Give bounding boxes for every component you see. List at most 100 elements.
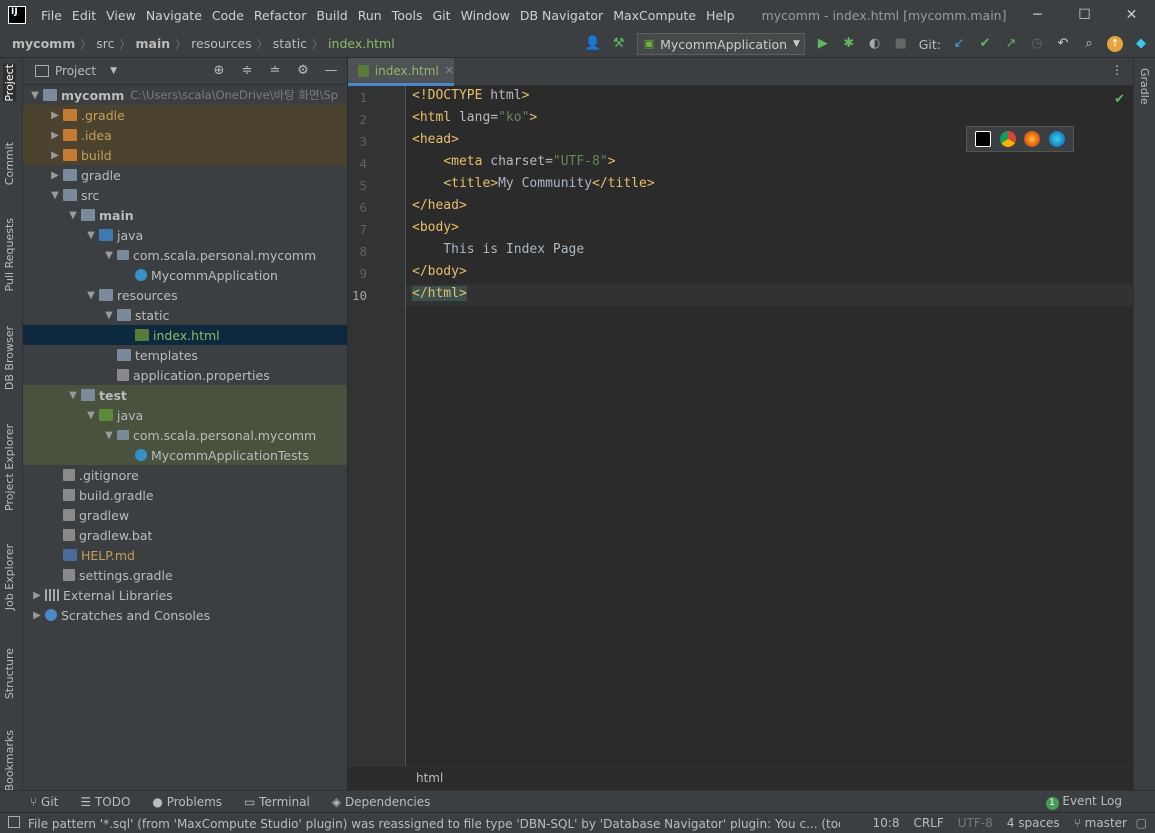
more-options-icon[interactable]: ⋮	[1111, 63, 1123, 77]
coverage-icon[interactable]: ◐	[867, 36, 883, 52]
caret-position[interactable]: 10:8	[873, 816, 900, 830]
gear-icon[interactable]: ⚙	[295, 63, 311, 79]
git-update-icon[interactable]: ↙	[951, 36, 967, 52]
tab-structure[interactable]: Structure	[3, 648, 16, 699]
breadcrumb-project[interactable]: mycomm	[12, 36, 75, 51]
tree-item[interactable]: MycommApplicationTests	[23, 445, 347, 465]
breadcrumb-resources[interactable]: resources	[191, 36, 252, 51]
tree-item[interactable]: ▼ com.scala.personal.mycomm	[23, 245, 347, 265]
tab-index-html[interactable]: index.html ✕	[348, 58, 454, 86]
hide-icon[interactable]: —	[323, 63, 339, 79]
edge-icon[interactable]	[1048, 131, 1065, 147]
run-icon[interactable]: ▶	[815, 36, 831, 52]
tree-item[interactable]: .gitignore	[23, 465, 347, 485]
expand-all-icon[interactable]: ≑	[239, 63, 255, 79]
tree-item[interactable]: ▼ resources	[23, 285, 347, 305]
tree-item[interactable]: ▼ java	[23, 225, 347, 245]
lock-icon[interactable]: ▢	[1136, 816, 1147, 830]
menu-view[interactable]: View	[101, 8, 141, 23]
menu-build[interactable]: Build	[311, 8, 352, 23]
tree-arrow-icon[interactable]: ▼	[103, 430, 115, 441]
tree-item[interactable]: build.gradle	[23, 485, 347, 505]
tree-item[interactable]: settings.gradle	[23, 565, 347, 585]
tree-arrow-icon[interactable]: ▶	[49, 150, 61, 161]
tree-arrow-icon[interactable]: ▶	[49, 130, 61, 141]
tree-arrow-icon[interactable]: ▼	[103, 250, 115, 261]
chevron-down-icon[interactable]: ▼	[110, 66, 117, 76]
status-message[interactable]: File pattern '*.sql' (from 'MaxCompute S…	[0, 815, 840, 832]
breadcrumb-static[interactable]: static	[273, 36, 307, 51]
tab-commit[interactable]: Commit	[3, 142, 16, 185]
editor-breadcrumb-html[interactable]: html	[416, 771, 443, 785]
menu-code[interactable]: Code	[207, 8, 249, 23]
status-toggle-icon[interactable]	[8, 816, 20, 828]
menu-git[interactable]: Git	[428, 8, 456, 23]
collapse-all-icon[interactable]: ≐	[267, 63, 283, 79]
user-icon[interactable]: 👤	[585, 36, 601, 52]
tree-item[interactable]: ▼ java	[23, 405, 347, 425]
tab-bookmarks[interactable]: Bookmarks	[3, 730, 16, 791]
tree-item[interactable]: ▼ com.scala.personal.mycomm	[23, 425, 347, 445]
tree-item[interactable]: ▶ Scratches and Consoles	[23, 605, 347, 625]
breadcrumb-main[interactable]: main	[135, 36, 170, 51]
tree-item[interactable]: ▶ .gradle	[23, 105, 347, 125]
git-commit-icon[interactable]: ✔	[977, 36, 993, 52]
tree-item[interactable]: ▼ main	[23, 205, 347, 225]
menu-navigate[interactable]: Navigate	[141, 8, 207, 23]
tab-pull-requests[interactable]: Pull Requests	[3, 218, 16, 291]
tree-arrow-icon[interactable]: ▼	[85, 410, 97, 421]
intellij-browser-icon[interactable]	[975, 131, 992, 147]
tree-arrow-icon[interactable]: ▼	[85, 230, 97, 241]
indent-setting[interactable]: 4 spaces	[1007, 816, 1060, 830]
breadcrumb-file[interactable]: index.html	[328, 36, 395, 51]
tab-problems[interactable]: ● Problems	[152, 795, 222, 809]
tree-arrow-icon[interactable]: ▼	[49, 190, 61, 201]
tree-arrow-icon[interactable]: ▶	[31, 590, 43, 601]
tree-item[interactable]: index.html	[23, 325, 347, 345]
tree-arrow-icon[interactable]: ▶	[31, 610, 43, 621]
tree-item[interactable]: ▼ test	[23, 385, 347, 405]
code-editor[interactable]: 1 2 3 4 5 6 7 8 9 10 <!DOCTYPE html> <html lang="…	[348, 86, 1133, 766]
tree-arrow-icon[interactable]: ▼	[67, 210, 79, 221]
tree-root[interactable]: ▼ mycomm C:\Users\scala\OneDrive\바탕 화면\S…	[23, 85, 347, 105]
tree-item[interactable]: ▼ static	[23, 305, 347, 325]
tree-arrow-icon[interactable]: ▼	[103, 310, 115, 321]
menu-edit[interactable]: Edit	[67, 8, 101, 23]
tab-db-browser[interactable]: DB Browser	[3, 326, 16, 390]
tree-arrow-icon[interactable]: ▶	[49, 170, 61, 181]
debug-icon[interactable]: ✱	[841, 36, 857, 52]
tab-project-explorer[interactable]: Project Explorer	[3, 424, 16, 511]
tab-dependencies[interactable]: ◈ Dependencies	[332, 795, 430, 809]
tree-item[interactable]: HELP.md	[23, 545, 347, 565]
tree-arrow-icon[interactable]: ▶	[49, 110, 61, 121]
build-hammer-icon[interactable]: ⚒	[611, 36, 627, 52]
tab-gradle[interactable]: Gradle	[1138, 68, 1151, 105]
tree-item[interactable]: ▼ src	[23, 185, 347, 205]
locate-icon[interactable]: ⊕	[211, 63, 227, 79]
breadcrumb-src[interactable]: src	[96, 36, 114, 51]
tree-item[interactable]: templates	[23, 345, 347, 365]
stop-icon[interactable]: ■	[893, 36, 909, 52]
close-button[interactable]: ✕	[1108, 0, 1155, 30]
tab-event-log[interactable]: 1 Event Log	[1045, 794, 1122, 810]
tree-item[interactable]: ▶ gradle	[23, 165, 347, 185]
file-encoding[interactable]: UTF-8	[958, 816, 993, 830]
project-view-label[interactable]: Project	[55, 64, 96, 78]
minimize-button[interactable]: ─	[1014, 0, 1061, 30]
jetbrains-toolbox-icon[interactable]: ◆	[1133, 36, 1149, 52]
menu-file[interactable]: File	[36, 8, 67, 23]
menu-maxcompute[interactable]: MaxCompute	[608, 8, 701, 23]
close-icon[interactable]: ✕	[445, 64, 454, 77]
chrome-icon[interactable]	[999, 131, 1016, 147]
tree-item[interactable]: gradlew	[23, 505, 347, 525]
menu-window[interactable]: Window	[456, 8, 515, 23]
menu-db-navigator[interactable]: DB Navigator	[515, 8, 608, 23]
line-separator[interactable]: CRLF	[913, 816, 943, 830]
menu-refactor[interactable]: Refactor	[249, 8, 311, 23]
tree-arrow-icon[interactable]: ▼	[85, 290, 97, 301]
git-branch[interactable]: ⑂ master	[1074, 816, 1127, 830]
run-config-select[interactable]: ▣ MycommApplication ▼	[636, 33, 805, 55]
menu-help[interactable]: Help	[701, 8, 740, 23]
tab-project[interactable]: Project	[3, 64, 16, 102]
tree-item[interactable]: gradlew.bat	[23, 525, 347, 545]
